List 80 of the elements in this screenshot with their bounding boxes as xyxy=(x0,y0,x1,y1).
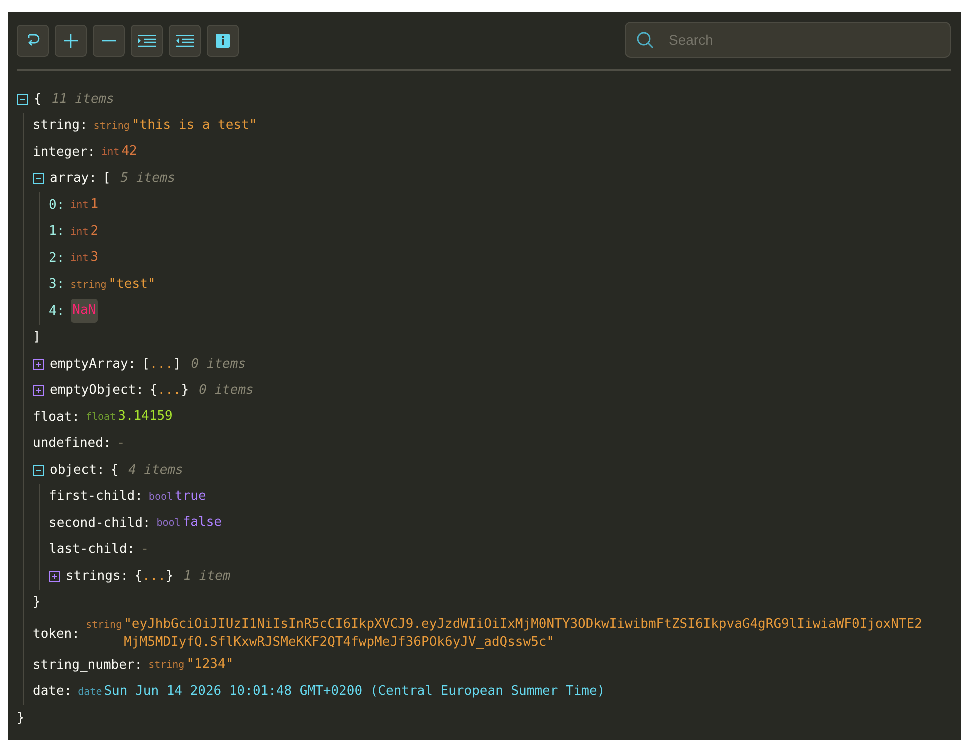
type-label: string xyxy=(86,620,122,631)
key-label: float: xyxy=(33,410,80,425)
value-text: true xyxy=(175,488,206,506)
item-count: 0 items xyxy=(191,356,246,372)
close-bracket: ] xyxy=(33,330,41,346)
expand-button[interactable] xyxy=(55,25,87,57)
key-label: 2: xyxy=(49,250,65,266)
item-count: 4 items xyxy=(128,462,184,478)
type-label: int xyxy=(102,147,120,158)
type-label: int xyxy=(70,200,89,212)
key-label: last-child: xyxy=(49,542,136,558)
collapse-toggle[interactable] xyxy=(33,173,44,184)
key-label: string_number: xyxy=(33,658,143,673)
key-label: string: xyxy=(33,118,88,134)
indent-button[interactable] xyxy=(131,25,163,57)
collapse-toggle[interactable] xyxy=(33,464,44,476)
key-label: object: xyxy=(50,462,105,478)
key-label: token: xyxy=(33,626,80,642)
type-label: string xyxy=(148,660,185,672)
type-label: int xyxy=(70,253,89,264)
type-label: date xyxy=(78,686,102,698)
outdent-button[interactable] xyxy=(169,25,201,57)
key-label: emptyObject: xyxy=(50,383,144,398)
key-label: emptyArray: xyxy=(50,356,136,372)
minus-icon xyxy=(102,40,116,42)
key-label: array: xyxy=(50,171,97,186)
key-label: 0: xyxy=(49,198,65,213)
key-label: integer: xyxy=(33,144,96,160)
expand-toggle[interactable] xyxy=(49,570,60,582)
item-count: 11 items xyxy=(52,92,114,107)
type-label: string xyxy=(94,120,130,132)
key-label: date: xyxy=(33,684,72,700)
type-label: bool xyxy=(148,492,174,503)
key-label: 3: xyxy=(49,277,65,292)
value-text: "test" xyxy=(108,276,156,294)
key-label: first-child: xyxy=(49,489,143,504)
open-bracket: [ xyxy=(102,171,111,186)
info-icon xyxy=(216,34,230,48)
value-text: 1 xyxy=(90,196,99,214)
item-count: 0 items xyxy=(199,383,254,398)
value-text: "1234" xyxy=(186,656,234,674)
nan-badge: NaN xyxy=(70,299,98,324)
search-icon xyxy=(637,32,654,49)
type-label: bool xyxy=(156,518,181,530)
value-text: Sun Jun 14 2026 10:01:48 GMT+0200 (Central European Summer Time) xyxy=(104,682,606,701)
open-bracket: { xyxy=(110,462,119,478)
expand-toggle[interactable] xyxy=(33,385,44,396)
key-label: 1: xyxy=(49,224,65,240)
value-text: 3 xyxy=(90,249,99,268)
item-count: 1 item xyxy=(184,568,231,584)
key-label: second-child: xyxy=(49,516,151,531)
key-label: 4: xyxy=(49,304,65,319)
outdent-icon xyxy=(176,35,194,47)
collapsed-preview[interactable]: {...} xyxy=(150,383,190,398)
type-label: int xyxy=(70,226,89,238)
close-bracket: } xyxy=(17,710,25,726)
type-label: string xyxy=(70,280,107,291)
value-text: 42 xyxy=(122,143,138,162)
refresh-button[interactable] xyxy=(17,25,49,57)
search-field[interactable]: Search xyxy=(625,22,951,58)
expand-toggle[interactable] xyxy=(33,358,44,370)
collapse-toggle[interactable] xyxy=(17,94,28,105)
open-bracket: { xyxy=(34,92,42,107)
value-text: - xyxy=(141,540,149,559)
plus-icon xyxy=(64,34,78,48)
key-label: strings: xyxy=(66,568,129,584)
collapsed-preview[interactable]: [...] xyxy=(142,356,182,372)
collapsed-preview[interactable]: {...} xyxy=(134,568,174,584)
value-text: 3.14159 xyxy=(118,408,173,426)
type-label: float xyxy=(86,412,116,424)
value-text: "this is a test" xyxy=(132,116,258,135)
value-text: "eyJhbGciOiJIUzI1NiIsInR5cCI6IkpXVCJ9.eyJzdWIiOiIxMjM0NTY3ODkwIiwibmFtZSI6IkpvaG4gRG9lIiwiaWF0IjoxNTE2MjM5MDIyfQ.SflKxwRJSMeKKF2QT4fwpMeJf36POk6yJV_adQssw5c" xyxy=(124,616,924,652)
close-bracket: } xyxy=(33,595,41,610)
value-text: 2 xyxy=(90,222,99,241)
value-text: false xyxy=(182,514,222,532)
value-text: - xyxy=(117,434,126,453)
item-count: 5 items xyxy=(120,171,176,186)
key-label: undefined: xyxy=(33,436,112,452)
indent-icon xyxy=(138,35,156,47)
info-button[interactable] xyxy=(207,25,239,57)
